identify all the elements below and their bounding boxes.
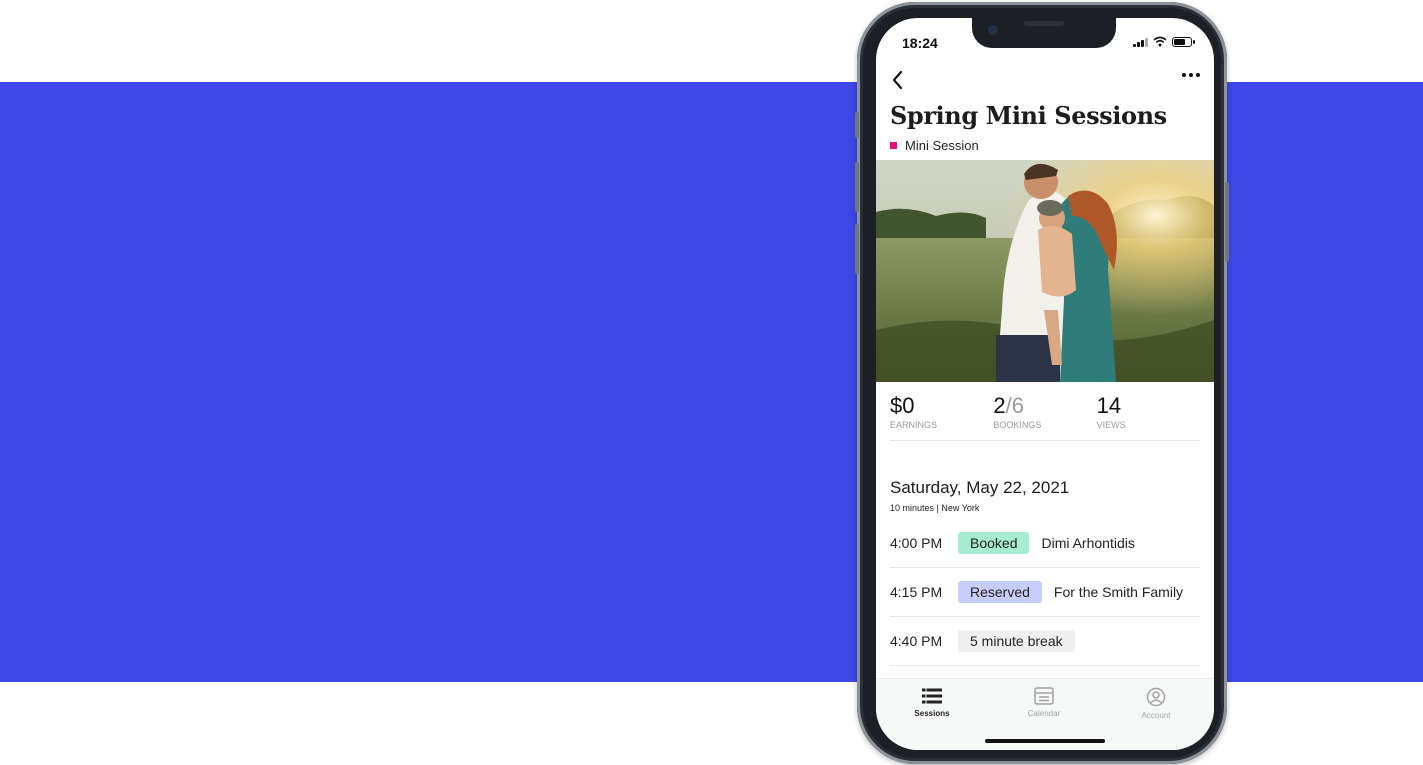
session-cover-photo [876, 160, 1214, 382]
session-type-label: Mini Session [905, 138, 979, 153]
earnings-label: EARNINGS [890, 420, 938, 430]
phone-screen: 18:24 Spring Mini Sessions Mini Session [876, 18, 1214, 750]
bookings-booked: 2 [993, 393, 1006, 418]
volume-down-button [855, 224, 859, 274]
phone-frame: 18:24 Spring Mini Sessions Mini Session [855, 2, 1229, 764]
more-dots-icon[interactable] [1182, 73, 1200, 77]
volume-up-button [855, 162, 859, 212]
slot-client-name: Dimi Arhontidis [1041, 535, 1135, 551]
schedule-date: Saturday, May 22, 2021 [890, 478, 1070, 497]
time-slot-row[interactable]: 4:40 PM 5 minute break [890, 617, 1200, 666]
slot-time: 4:40 PM [890, 633, 943, 649]
slot-client-name: For the Smith Family [1053, 584, 1184, 600]
status-icons [1133, 36, 1195, 47]
tab-label-account: Account [1141, 711, 1171, 720]
schedule-meta: 10 minutes | New York [890, 503, 980, 513]
chevron-left-icon[interactable] [888, 68, 908, 92]
stat-earnings: $0 EARNINGS [890, 393, 993, 440]
status-badge-reserved: Reserved [958, 581, 1042, 603]
earnings-value: $0 [890, 393, 915, 418]
signal-icon [1133, 37, 1148, 47]
status-badge-booked: Booked [958, 532, 1030, 554]
notch [972, 18, 1116, 48]
stat-bookings: 2/6 BOOKINGS [993, 393, 1096, 440]
bookings-value: 2/6 [993, 393, 1096, 419]
tab-account[interactable]: Account [1116, 687, 1196, 720]
views-value: 14 [1096, 393, 1122, 418]
calendar-icon [1034, 687, 1054, 705]
stats-row: $0 EARNINGS 2/6 BOOKINGS 14 VIEWS [890, 393, 1200, 441]
slot-time: 4:15 PM [890, 584, 943, 600]
tab-label-sessions: Sessions [914, 709, 950, 718]
power-button [1225, 182, 1229, 262]
page-title: Spring Mini Sessions [890, 101, 1167, 130]
camera-icon [988, 25, 998, 35]
bookings-total: /6 [1005, 393, 1024, 418]
stat-views: 14 VIEWS [1097, 393, 1200, 440]
list-icon [922, 688, 942, 704]
status-time: 18:24 [902, 35, 938, 51]
time-slot-row[interactable]: 4:00 PM Booked Dimi Arhontidis [890, 519, 1200, 568]
tab-calendar[interactable]: Calendar [1004, 687, 1084, 718]
slot-time: 4:00 PM [890, 535, 943, 551]
tag-color-dot [890, 142, 897, 149]
tab-sessions[interactable]: Sessions [892, 687, 972, 718]
session-type-tag: Mini Session [890, 138, 979, 153]
home-indicator [985, 739, 1105, 743]
battery-icon [1172, 36, 1195, 47]
time-slot-row[interactable]: 4:15 PM Reserved For the Smith Family [890, 568, 1200, 617]
speaker-grille [1024, 21, 1064, 26]
wifi-icon [1153, 36, 1167, 47]
bookings-label: BOOKINGS [993, 420, 1042, 430]
views-label: VIEWS [1096, 420, 1126, 430]
account-icon [1146, 687, 1166, 707]
status-badge-break: 5 minute break [958, 630, 1075, 652]
mute-switch [855, 112, 859, 138]
tab-label-calendar: Calendar [1027, 709, 1061, 718]
